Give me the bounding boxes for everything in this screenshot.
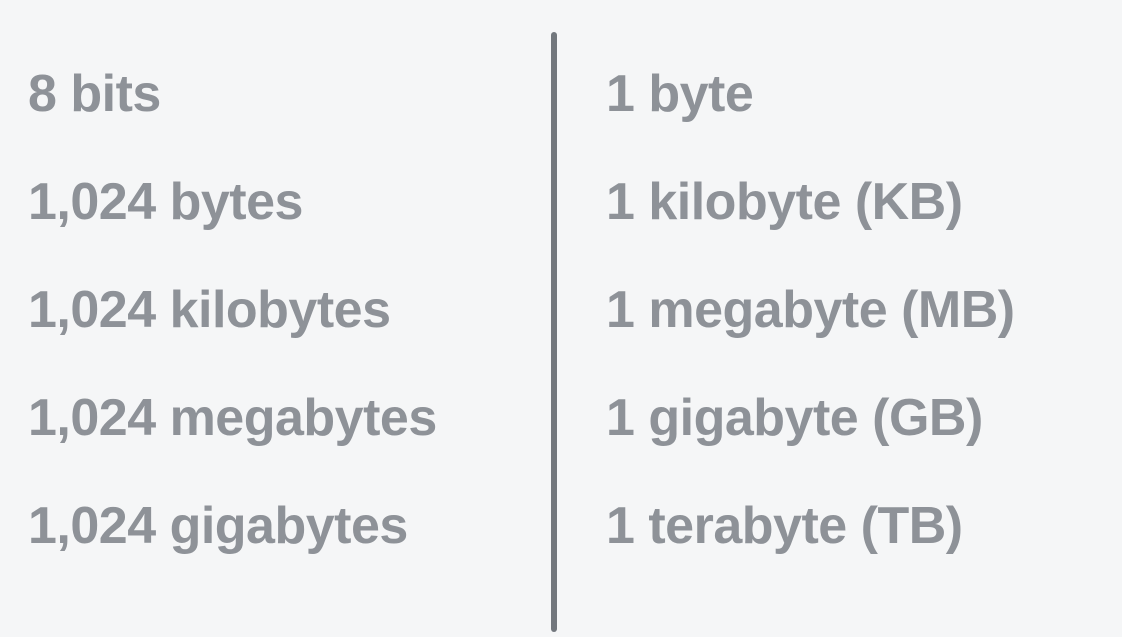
left-cell-1024-bytes: 1,024 bytes [28, 173, 303, 231]
left-cell-8-bits: 8 bits [28, 65, 161, 123]
left-cell-1024-kilobytes: 1,024 kilobytes [28, 281, 391, 339]
left-column: 8 bits 1,024 bytes 1,024 kilobytes 1,024… [28, 62, 437, 602]
right-cell-megabyte: 1 megabyte (MB) [606, 281, 1015, 339]
vertical-divider [551, 32, 557, 632]
left-cell-1024-gigabytes: 1,024 gigabytes [28, 497, 408, 555]
right-column: 1 byte 1 kilobyte (KB) 1 megabyte (MB) 1… [606, 62, 1015, 602]
right-cell-byte: 1 byte [606, 65, 754, 123]
right-cell-gigabyte: 1 gigabyte (GB) [606, 389, 983, 447]
left-cell-1024-megabytes: 1,024 megabytes [28, 389, 437, 447]
data-units-table: 8 bits 1,024 bytes 1,024 kilobytes 1,024… [0, 0, 1122, 637]
right-cell-kilobyte: 1 kilobyte (KB) [606, 173, 963, 231]
right-cell-terabyte: 1 terabyte (TB) [606, 497, 963, 555]
